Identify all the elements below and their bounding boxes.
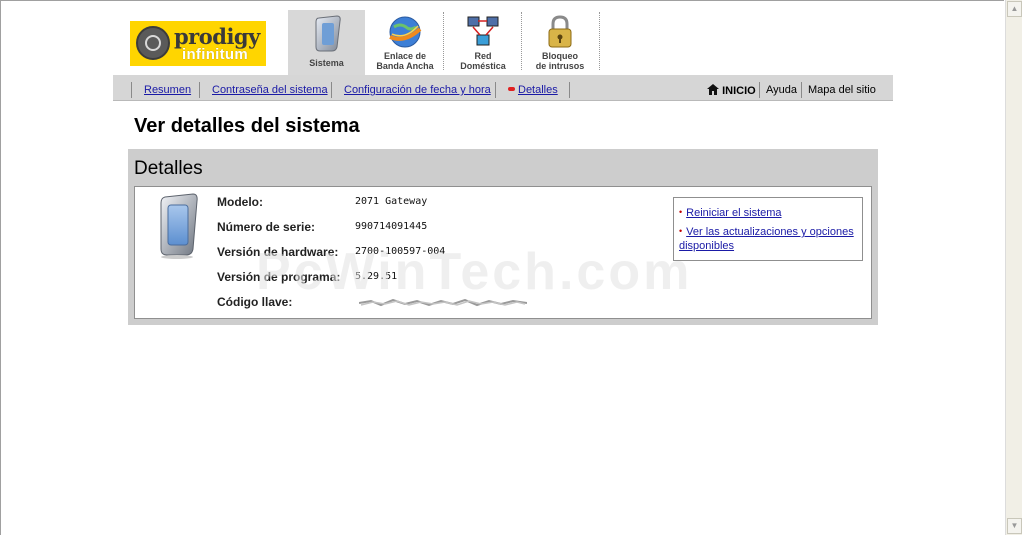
- prodigy-infinitum-logo: prodigy infinitum: [130, 21, 266, 66]
- nav-link-contrasena[interactable]: Contraseña del sistema: [212, 84, 328, 96]
- system-device-icon: [315, 15, 341, 52]
- tab-label: Bloqueo: [542, 51, 578, 61]
- scroll-up-button[interactable]: ▲: [1007, 1, 1022, 17]
- nav-divider: [495, 82, 496, 98]
- logo-emblem-icon: [136, 26, 170, 60]
- vertical-scrollbar[interactable]: ▲ ▼: [1005, 0, 1022, 535]
- nav-divider: [199, 82, 200, 98]
- detail-label-hardware: Versión de hardware:: [217, 245, 339, 259]
- logo-subname: infinitum: [182, 46, 249, 63]
- detail-label-serie: Número de serie:: [217, 220, 316, 234]
- nav-link-fecha-hora[interactable]: Configuración de fecha y hora: [344, 84, 491, 96]
- detail-value-modelo: 2071 Gateway: [355, 196, 428, 207]
- detail-label-modelo: Modelo:: [217, 195, 263, 209]
- tab-bloqueo-intrusos[interactable]: Bloqueo de intrusos: [526, 10, 594, 75]
- tab-divider: [443, 12, 444, 70]
- page-title: Ver detalles del sistema: [134, 115, 360, 137]
- detail-value-programa: 5.29.51: [355, 271, 398, 282]
- tab-divider: [521, 12, 522, 70]
- tab-enlace-banda-ancha[interactable]: Enlace de Banda Ancha: [370, 10, 440, 75]
- redacted-key-scribble: [359, 299, 527, 307]
- help-link[interactable]: Ayuda: [766, 84, 797, 96]
- nav-divider: [759, 82, 760, 98]
- bullet-icon: •: [679, 207, 683, 217]
- globe-icon: [389, 16, 422, 48]
- detail-label-codigo-llave: Código llave:: [217, 295, 293, 309]
- nav-divider: [801, 82, 802, 98]
- home-label: INICIO: [722, 85, 756, 97]
- action-item: • Ver las actualizaciones y opciones disp…: [679, 224, 857, 253]
- current-page-indicator: [508, 87, 515, 92]
- detail-value-serie: 990714091445: [355, 221, 428, 232]
- home-link[interactable]: INICIO: [707, 84, 756, 97]
- sitemap-link[interactable]: Mapa del sitio: [808, 84, 876, 96]
- bullet-icon: •: [679, 226, 683, 236]
- restart-system-link[interactable]: Reiniciar el sistema: [686, 207, 781, 219]
- tab-label: Sistema: [309, 58, 344, 68]
- nav-link-label: Detalles: [518, 84, 558, 96]
- tab-label: Enlace de: [383, 51, 427, 61]
- nav-divider: [331, 82, 332, 98]
- sub-navigation-bar: Resumen Contraseña del sistema Configura…: [113, 75, 893, 101]
- tab-label: Red: [474, 51, 492, 61]
- scroll-down-button[interactable]: ▼: [1007, 518, 1022, 534]
- action-item: • Reiniciar el sistema: [679, 205, 782, 220]
- nav-link-resumen[interactable]: Resumen: [144, 84, 191, 96]
- padlock-icon: [548, 15, 572, 48]
- tab-label-2: de intrusos: [535, 61, 585, 71]
- nav-divider: [131, 82, 132, 98]
- tab-label-2: Doméstica: [460, 61, 506, 71]
- details-panel-title: Detalles: [134, 158, 203, 179]
- tab-label-2: Banda Ancha: [376, 61, 434, 71]
- details-content: Modelo: 2071 Gateway Número de serie: 99…: [134, 186, 872, 319]
- detail-label-programa: Versión de programa:: [217, 270, 341, 284]
- view-updates-link[interactable]: Ver las actualizaciones y opciones dispo…: [679, 226, 854, 252]
- actions-box: • Reiniciar el sistema • Ver las actualiza…: [673, 197, 863, 261]
- tab-sistema[interactable]: Sistema: [288, 10, 365, 75]
- nav-divider: [569, 82, 570, 98]
- tab-divider: [599, 12, 600, 70]
- detail-value-hardware: 2700-100597-004: [355, 246, 446, 257]
- home-icon: [707, 84, 719, 95]
- details-panel: Detalles Modelo: 2071 Gateway Número de …: [128, 149, 878, 325]
- tab-red-domestica[interactable]: Red Doméstica: [450, 10, 516, 75]
- network-icon: [467, 16, 499, 46]
- gateway-device-icon: [160, 193, 198, 259]
- nav-link-detalles[interactable]: Detalles: [508, 84, 558, 96]
